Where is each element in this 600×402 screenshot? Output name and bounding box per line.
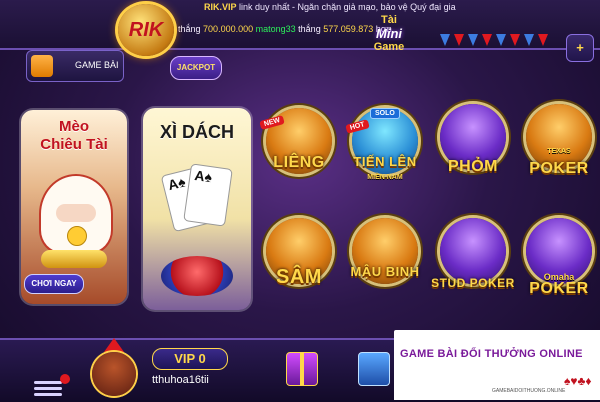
notification-dot <box>60 374 70 384</box>
game-tien-len[interactable]: SOLO HOT TIẾN LÊN MIỀN NAM <box>345 108 422 194</box>
game-bai-tab[interactable]: GAME BÀI <box>26 50 124 82</box>
game-texas-poker[interactable]: TEXAS POKER <box>522 104 596 190</box>
plus-menu-button[interactable]: + <box>566 34 594 62</box>
folder-icon <box>31 55 53 77</box>
promo-banner: GAME BÀI ĐỔI THƯỞNG ONLINE ♠♥♣♦ GAMEBAID… <box>394 330 600 400</box>
solo-badge: SOLO <box>370 108 400 119</box>
game-phom[interactable]: PHỎM <box>436 104 510 190</box>
game-sub: MIỀN NAM <box>367 174 403 181</box>
lucky-cat-icon <box>39 174 113 254</box>
mini-game-button[interactable]: Tài Mini Game <box>358 14 420 68</box>
xi-dach-title: XÌ DÁCH <box>159 122 234 142</box>
meo-chieu-tai-title: Mèo Chiêu Tài <box>21 118 127 154</box>
plus-icon: + <box>576 40 584 55</box>
rik-logo[interactable]: RIK <box>118 4 174 56</box>
stud-cards-icon <box>440 218 506 284</box>
promo-text: GAME BÀI ĐỔI THƯỞNG ONLINE <box>400 348 583 360</box>
jackpot-button[interactable]: JACKPOT <box>170 56 222 80</box>
cat-face <box>56 204 96 222</box>
game-sub: TEXAS <box>547 148 571 155</box>
play-now-button[interactable]: CHƠI NGAY <box>24 274 84 294</box>
crown-icon <box>104 338 124 352</box>
ticker-mid: thắng <box>298 24 321 34</box>
avatar[interactable] <box>92 352 136 396</box>
bell-icon <box>67 226 87 246</box>
vault-icon[interactable] <box>358 352 390 386</box>
menu-button[interactable] <box>34 378 62 396</box>
bunting-decoration <box>440 34 558 50</box>
gift-box-icon[interactable] <box>286 352 318 386</box>
game-name: LIÊNG <box>273 154 325 171</box>
chip-stack-icon <box>161 256 233 296</box>
game-name: TIẾN LÊN <box>353 154 417 169</box>
game-bai-label: GAME BÀI <box>75 60 119 70</box>
mini-game-line3: Game <box>373 41 405 53</box>
ticker-amount-1: 700.000.000 <box>203 24 254 34</box>
xi-dach-card[interactable]: XÌ DÁCH A♠ A♠ <box>143 108 251 310</box>
card-suits-icon: ♠♥♣♦ <box>564 374 592 388</box>
username: tthuhoa16tii <box>152 374 209 386</box>
top-bar: RIK.VIP link duy nhất - Ngăn chặn giả mạ… <box>0 0 600 50</box>
marquee-text: link duy nhất - Ngăn chặn giả mạo, bảo v… <box>236 2 456 12</box>
game-name: STUD POKER <box>431 276 515 290</box>
meo-title-line1: Mèo <box>59 118 89 135</box>
game-name: POKER <box>529 160 589 177</box>
game-mau-binh[interactable]: MẬU BINH <box>348 218 422 304</box>
game-name: PHỎM <box>448 158 498 175</box>
announcement-marquee: RIK.VIP link duy nhất - Ngăn chặn giả mạ… <box>204 2 456 12</box>
coin-pile-icon <box>41 250 107 268</box>
ace-spade-card-icon-2: A♠ <box>183 163 233 227</box>
menu-line <box>34 393 62 396</box>
ticker-prefix: thắng <box>178 24 201 34</box>
marquee-brand: RIK.VIP <box>204 2 237 12</box>
game-sam[interactable]: SÂM <box>262 218 336 304</box>
promo-small-text: GAMEBAIDOITHUONG.ONLINE <box>492 388 566 394</box>
mini-game-line2: Mini <box>376 26 402 41</box>
game-lieng[interactable]: NEW LIÊNG <box>259 108 336 194</box>
mini-game-line1: Tài <box>381 14 397 26</box>
game-name: SÂM <box>276 266 322 288</box>
menu-line <box>34 381 62 384</box>
vip-level-badge[interactable]: VIP 0 <box>152 348 228 370</box>
meo-title-line2: Chiêu Tài <box>40 136 108 153</box>
game-stud-poker[interactable]: STUD POKER <box>431 218 514 304</box>
game-omaha-poker[interactable]: Omaha POKER <box>522 218 596 304</box>
ticker-user: matong33 <box>255 24 296 34</box>
game-name: MẬU BINH <box>350 264 420 279</box>
menu-line <box>34 387 62 390</box>
game-name: POKER <box>529 280 589 297</box>
